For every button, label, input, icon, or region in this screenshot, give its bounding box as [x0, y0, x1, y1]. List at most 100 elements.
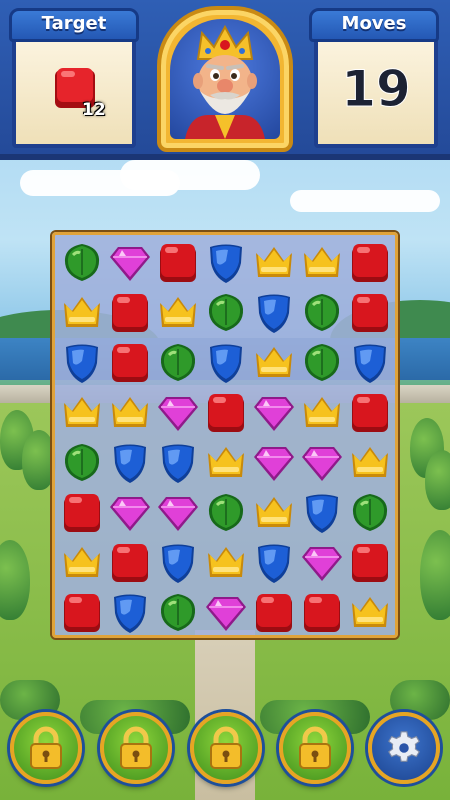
yellow-crown-icon — [256, 347, 292, 377]
red-block-piece[interactable] — [154, 238, 202, 288]
board-grid — [58, 238, 394, 638]
green-leaf-piece[interactable] — [298, 338, 346, 388]
blue-shield-piece[interactable] — [106, 438, 154, 488]
yellow-crown-icon — [352, 597, 388, 627]
pink-gem-piece[interactable] — [106, 488, 154, 538]
red-block-icon — [64, 594, 100, 632]
pink-gem-piece[interactable] — [154, 388, 202, 438]
green-leaf-icon — [304, 294, 340, 331]
pink-gem-piece[interactable] — [202, 588, 250, 638]
settings-button[interactable] — [368, 712, 440, 784]
avatar — [157, 6, 293, 152]
pink-gem-icon — [110, 497, 150, 531]
pink-gem-piece[interactable] — [106, 238, 154, 288]
locked-booster-3[interactable] — [190, 712, 262, 784]
green-leaf-piece[interactable] — [202, 288, 250, 338]
red-block-icon — [112, 544, 148, 582]
yellow-crown-icon — [256, 247, 292, 277]
blue-shield-icon — [114, 444, 146, 483]
yellow-crown-icon — [112, 397, 148, 427]
red-block-icon — [208, 394, 244, 432]
moves-count: 19 — [341, 60, 412, 119]
yellow-crown-icon — [160, 297, 196, 327]
red-block-piece[interactable] — [346, 288, 394, 338]
pink-gem-piece[interactable] — [154, 488, 202, 538]
yellow-crown-piece[interactable] — [58, 288, 106, 338]
blue-shield-piece[interactable] — [250, 288, 298, 338]
red-block-piece[interactable] — [202, 388, 250, 438]
yellow-crown-piece[interactable] — [202, 438, 250, 488]
green-leaf-piece[interactable] — [154, 338, 202, 388]
target-panel: 12 — [12, 38, 136, 148]
yellow-crown-icon — [64, 547, 100, 577]
red-block-piece[interactable] — [298, 588, 346, 638]
yellow-crown-icon — [352, 447, 388, 477]
locked-booster-1[interactable] — [10, 712, 82, 784]
pink-gem-piece[interactable] — [250, 438, 298, 488]
pink-gem-piece[interactable] — [298, 438, 346, 488]
yellow-crown-piece[interactable] — [250, 488, 298, 538]
padlock-icon — [120, 726, 152, 769]
blue-shield-piece[interactable] — [202, 338, 250, 388]
yellow-crown-piece[interactable] — [298, 388, 346, 438]
blue-shield-piece[interactable] — [154, 538, 202, 588]
red-block-icon — [256, 594, 292, 632]
yellow-crown-piece[interactable] — [58, 388, 106, 438]
red-block-piece[interactable] — [346, 238, 394, 288]
yellow-crown-piece[interactable] — [58, 538, 106, 588]
blue-shield-piece[interactable] — [202, 238, 250, 288]
blue-shield-piece[interactable] — [250, 538, 298, 588]
blue-shield-piece[interactable] — [154, 438, 202, 488]
yellow-crown-piece[interactable] — [250, 338, 298, 388]
green-leaf-icon — [160, 344, 196, 381]
yellow-crown-piece[interactable] — [346, 588, 394, 638]
target-count: 12 — [82, 100, 106, 120]
yellow-crown-piece[interactable] — [346, 438, 394, 488]
pink-gem-piece[interactable] — [250, 388, 298, 438]
pink-gem-icon — [302, 547, 342, 581]
red-block-piece[interactable] — [106, 338, 154, 388]
blue-shield-icon — [354, 344, 386, 383]
red-block-icon — [304, 594, 340, 632]
red-block-piece[interactable] — [346, 538, 394, 588]
green-leaf-piece[interactable] — [298, 288, 346, 338]
red-block-piece[interactable] — [106, 288, 154, 338]
green-leaf-icon — [208, 494, 244, 531]
red-block-piece[interactable] — [346, 388, 394, 438]
green-leaf-icon — [208, 294, 244, 331]
green-leaf-piece[interactable] — [346, 488, 394, 538]
yellow-crown-piece[interactable] — [154, 288, 202, 338]
red-block-piece[interactable] — [58, 588, 106, 638]
locked-booster-2[interactable] — [100, 712, 172, 784]
blue-shield-piece[interactable] — [298, 488, 346, 538]
red-block-piece[interactable] — [106, 538, 154, 588]
blue-shield-piece[interactable] — [58, 338, 106, 388]
yellow-crown-piece[interactable] — [250, 238, 298, 288]
king-portrait-icon — [185, 24, 265, 139]
blue-shield-icon — [306, 494, 338, 533]
red-block-piece[interactable] — [58, 488, 106, 538]
pink-gem-icon — [158, 397, 198, 431]
green-leaf-piece[interactable] — [58, 238, 106, 288]
locked-booster-4[interactable] — [279, 712, 351, 784]
yellow-crown-piece[interactable] — [298, 238, 346, 288]
red-block-icon — [352, 244, 388, 282]
red-block-icon — [64, 494, 100, 532]
pink-gem-icon — [302, 447, 342, 481]
yellow-crown-piece[interactable] — [202, 538, 250, 588]
yellow-crown-piece[interactable] — [106, 388, 154, 438]
green-leaf-piece[interactable] — [202, 488, 250, 538]
blue-shield-icon — [258, 294, 290, 333]
blue-shield-piece[interactable] — [346, 338, 394, 388]
pink-gem-icon — [254, 397, 294, 431]
yellow-crown-icon — [208, 447, 244, 477]
green-leaf-piece[interactable] — [58, 438, 106, 488]
green-leaf-piece[interactable] — [154, 588, 202, 638]
blue-shield-icon — [162, 444, 194, 483]
blue-shield-piece[interactable] — [106, 588, 154, 638]
gear-icon — [388, 731, 420, 762]
pink-gem-piece[interactable] — [298, 538, 346, 588]
red-block-piece[interactable] — [250, 588, 298, 638]
padlock-icon — [299, 726, 331, 769]
red-block-icon — [352, 544, 388, 582]
